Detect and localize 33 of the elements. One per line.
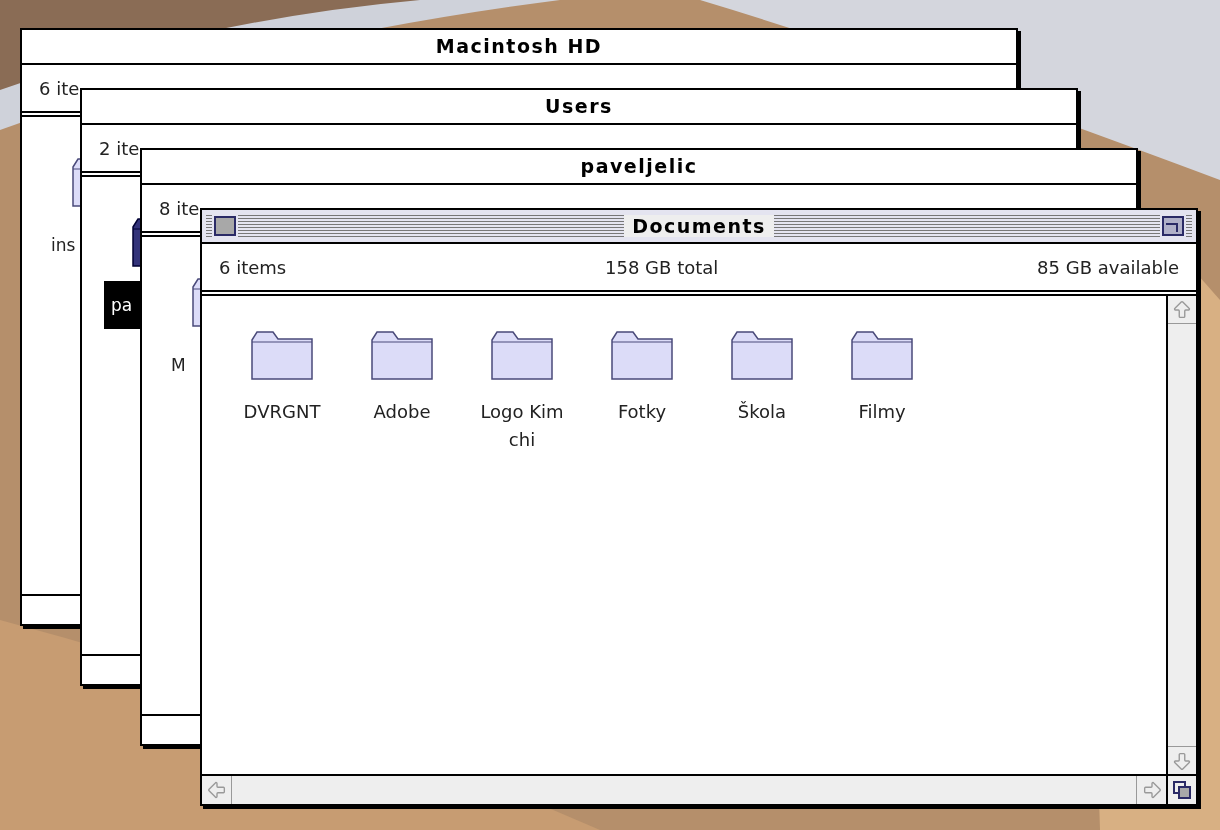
folder-label[interactable]: DVRGNT [232,398,332,426]
folder-label[interactable]: Filmy [832,398,932,426]
info-text: 85 GB available [1037,255,1179,280]
info-text: 6 items [219,255,287,280]
title-bar[interactable]: paveljelic [142,150,1136,185]
left-arrow-icon [205,779,228,801]
title-bar[interactable]: Macintosh HD [22,30,1016,65]
close-box[interactable] [214,216,236,236]
folder-label[interactable]: M [164,341,200,389]
info-text: 8 ite [159,196,200,221]
resize-icon [1173,781,1191,799]
title-bar[interactable]: Users [82,90,1076,125]
window-title: Documents [624,215,774,237]
info-text: 158 GB total [605,255,719,280]
info-text: 6 ite [39,76,80,101]
zoom-box[interactable] [1162,216,1184,236]
folder-label[interactable]: Škola [712,398,812,426]
folder-icon[interactable] [132,217,140,267]
vertical-scrollbar[interactable] [1166,296,1196,774]
folder-icon[interactable] [72,157,80,207]
folder-label[interactable]: Adobe [352,398,452,426]
up-arrow-icon [1171,298,1193,321]
folder-label[interactable]: Logo Kim chi [472,398,572,454]
window-title: Users [545,94,613,120]
title-bar[interactable]: Documents [202,210,1196,244]
folder-label[interactable]: pa [104,281,140,329]
folder-icon[interactable] [192,277,200,327]
info-text: 2 ite [99,136,140,161]
window-title: Macintosh HD [435,34,603,60]
window-title: paveljelic [580,154,698,180]
horizontal-scrollbar[interactable] [202,774,1196,804]
folder-label[interactable]: Fotky [592,398,692,426]
folder-label[interactable]: ins [44,221,80,269]
